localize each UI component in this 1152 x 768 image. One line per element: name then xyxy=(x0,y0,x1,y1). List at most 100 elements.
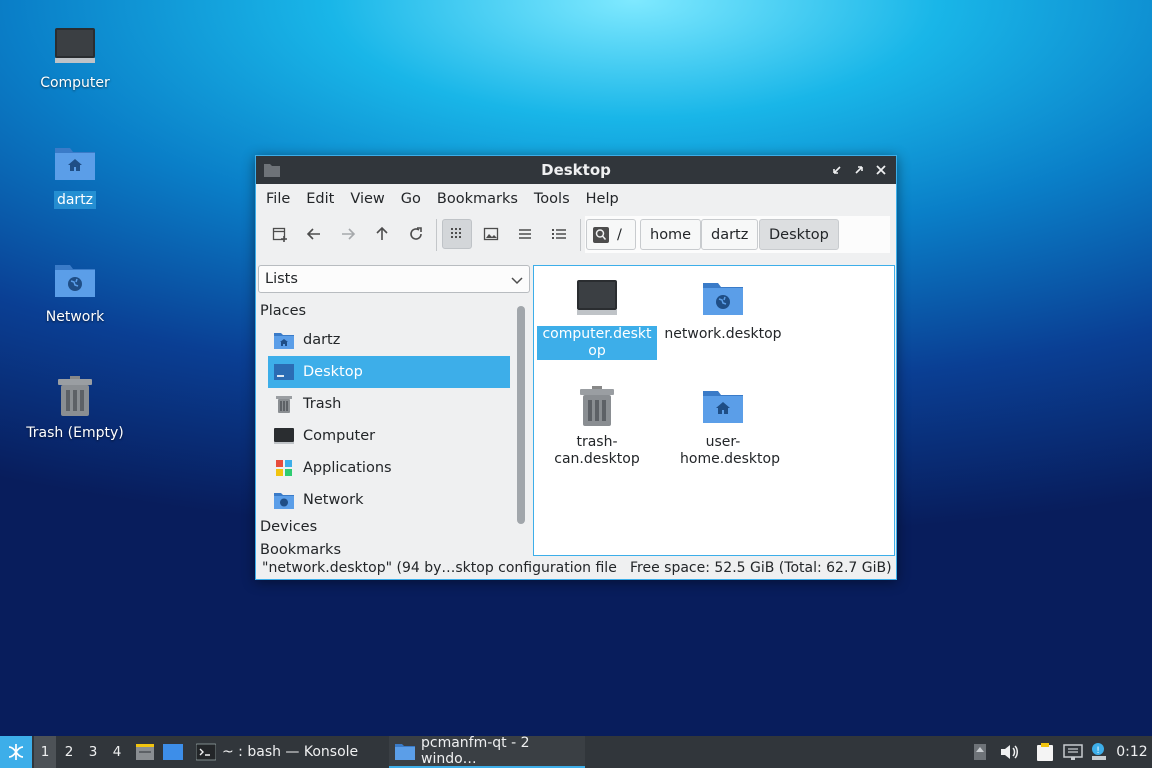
path-root-label: / xyxy=(617,226,622,243)
quicklaunch-show-desktop-icon[interactable] xyxy=(162,736,184,768)
terminal-icon xyxy=(196,743,216,761)
svg-text:!: ! xyxy=(1096,746,1100,756)
places-item-dartz[interactable]: dartz xyxy=(268,324,510,356)
desktop-icon-label: Trash (Empty) xyxy=(26,425,124,441)
desktop-switch-2[interactable]: 2 xyxy=(58,736,80,768)
desktop-icon-trash[interactable]: Trash (Empty) xyxy=(20,372,130,442)
desktop-icon-computer[interactable]: Computer xyxy=(20,22,130,92)
places-item-trash[interactable]: Trash xyxy=(268,388,510,420)
window-title: Desktop xyxy=(541,161,611,179)
folder-icon xyxy=(264,163,280,181)
network-icon xyxy=(273,489,295,511)
compact-view-button[interactable] xyxy=(510,219,540,249)
devices-header: Devices xyxy=(260,519,318,535)
folder-icon xyxy=(395,742,415,760)
places-item-label: Computer xyxy=(303,428,376,444)
clock[interactable]: 0:12 xyxy=(1114,736,1150,768)
desktop-switch-3[interactable]: 3 xyxy=(82,736,104,768)
file-manager-window[interactable]: Desktop File Edit View Go Bookmarks Tool… xyxy=(255,155,897,580)
status-bar: "network.desktop" (94 by…sktop configura… xyxy=(256,557,896,579)
menu-bookmarks[interactable]: Bookmarks xyxy=(429,191,526,207)
computer-icon xyxy=(273,425,295,447)
desktop-switch-1[interactable]: 1 xyxy=(34,736,56,768)
minimize-icon[interactable] xyxy=(828,161,846,179)
side-pane-mode-value: Lists xyxy=(265,271,298,287)
new-tab-button[interactable] xyxy=(265,219,295,249)
side-pane-mode-select[interactable]: Lists xyxy=(258,265,530,293)
start-menu-button[interactable] xyxy=(0,736,32,768)
file-item-label: network.desktop xyxy=(664,326,782,342)
desktop-icon xyxy=(273,361,295,383)
task-pcmanfm[interactable]: pcmanfm-qt - 2 windo… xyxy=(389,735,585,768)
taskbar: 1 2 3 4 ~ : bash — Konsole pcmanfm-qt - … xyxy=(0,735,1152,768)
file-item-network[interactable]: network.desktop xyxy=(662,274,784,343)
forward-button[interactable] xyxy=(333,219,363,249)
file-item-user-home[interactable]: user-home.desktop xyxy=(662,382,784,468)
menu-view[interactable]: View xyxy=(342,191,392,207)
trash-icon xyxy=(273,393,295,415)
window-titlebar[interactable]: Desktop xyxy=(256,156,896,184)
close-icon[interactable] xyxy=(872,161,890,179)
menu-help[interactable]: Help xyxy=(578,191,627,207)
places-item-label: Network xyxy=(303,492,364,508)
path-segment-dartz[interactable]: dartz xyxy=(701,219,759,250)
up-button[interactable] xyxy=(367,219,397,249)
places-item-network[interactable]: Network xyxy=(268,484,510,516)
file-item-trash-can[interactable]: trash-can.desktop xyxy=(536,382,658,468)
back-button[interactable] xyxy=(299,219,329,249)
desktop-switch-4[interactable]: 4 xyxy=(106,736,128,768)
task-label: ~ : bash — Konsole xyxy=(222,744,359,760)
trash-icon xyxy=(51,372,99,420)
user-home-folder-icon xyxy=(699,382,747,430)
clipboard-icon[interactable] xyxy=(1034,736,1056,768)
maximize-icon[interactable] xyxy=(850,161,868,179)
network-folder-icon xyxy=(51,256,99,304)
file-item-label: user-home.desktop xyxy=(680,434,780,467)
toolbar-separator xyxy=(436,219,437,251)
quicklaunch-file-manager-icon[interactable] xyxy=(134,736,156,768)
task-konsole[interactable]: ~ : bash — Konsole xyxy=(190,736,386,768)
toolbar-separator xyxy=(580,219,581,251)
computer-icon xyxy=(573,274,621,322)
places-item-label: dartz xyxy=(303,332,341,348)
desktop-icon-network[interactable]: Network xyxy=(20,256,130,326)
places-item-computer[interactable]: Computer xyxy=(268,420,510,452)
task-label: pcmanfm-qt - 2 windo… xyxy=(421,735,530,767)
path-bar: / home dartz Desktop xyxy=(585,216,890,253)
applications-icon xyxy=(273,457,295,479)
menu-go[interactable]: Go xyxy=(393,191,429,207)
tray-updates-icon[interactable] xyxy=(970,736,990,768)
toolbar: / home dartz Desktop xyxy=(256,213,896,257)
path-segment-home[interactable]: home xyxy=(640,219,702,250)
file-item-label: computer.desktop xyxy=(537,326,657,360)
thumbnail-view-button[interactable] xyxy=(476,219,506,249)
path-segment-desktop[interactable]: Desktop xyxy=(759,219,839,250)
desktop-icon-label: Computer xyxy=(40,75,110,91)
menu-file[interactable]: File xyxy=(258,191,298,207)
icon-view-button[interactable] xyxy=(442,219,472,249)
places-item-desktop[interactable]: Desktop xyxy=(268,356,510,388)
menu-edit[interactable]: Edit xyxy=(298,191,342,207)
desktop-icon-label: Network xyxy=(45,309,105,325)
computer-icon xyxy=(51,22,99,70)
file-item-label: trash-can.desktop xyxy=(554,434,640,467)
notification-icon[interactable]: ! xyxy=(1088,736,1110,768)
network-status-icon[interactable] xyxy=(1062,736,1084,768)
desktop-icon-dartz[interactable]: dartz xyxy=(20,139,130,209)
menu-tools[interactable]: Tools xyxy=(526,191,578,207)
volume-icon[interactable] xyxy=(998,736,1020,768)
detailed-list-view-button[interactable] xyxy=(544,219,574,249)
side-pane-scrollbar[interactable] xyxy=(517,306,525,524)
search-icon xyxy=(593,226,609,243)
user-home-folder-icon xyxy=(51,139,99,187)
bookmarks-header: Bookmarks xyxy=(260,542,342,558)
file-view[interactable]: computer.desktop network.desktop trash-c… xyxy=(533,265,895,556)
status-free-space: Free space: 52.5 GiB (Total: 62.7 GiB) xyxy=(630,560,892,576)
places-item-applications[interactable]: Applications xyxy=(268,452,510,484)
places-header: Places xyxy=(260,303,307,319)
file-item-computer[interactable]: computer.desktop xyxy=(536,274,658,360)
path-root-button[interactable]: / xyxy=(586,219,636,250)
reload-button[interactable] xyxy=(401,219,431,249)
status-selection: "network.desktop" (94 by…sktop configura… xyxy=(262,560,617,576)
user-home-icon xyxy=(273,329,295,351)
